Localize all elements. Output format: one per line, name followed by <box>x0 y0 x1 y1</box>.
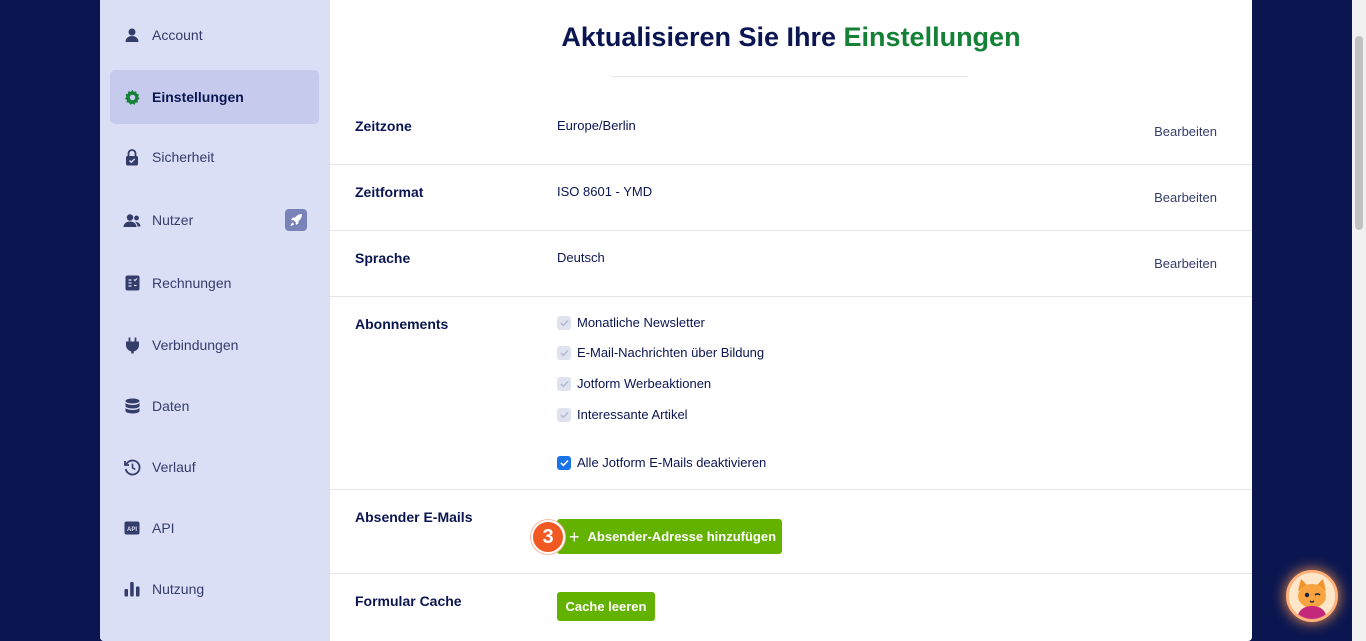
checkbox-box[interactable] <box>557 376 571 391</box>
sidebar-item-account[interactable]: Account <box>110 8 319 62</box>
sidebar-item-daten[interactable]: Daten <box>110 379 319 433</box>
sprache-value: Deutsch <box>557 250 605 265</box>
bar-chart-icon <box>123 580 141 598</box>
scrollbar-thumb[interactable] <box>1355 36 1363 230</box>
sidebar: Account Einstellungen Sicherheit Nutzer <box>100 0 330 641</box>
sidebar-item-label: Daten <box>152 398 190 414</box>
zeitzone-value: Europe/Berlin <box>557 118 636 133</box>
api-icon: API <box>123 519 141 537</box>
sidebar-item-label: Nutzung <box>152 581 205 597</box>
rocket-icon[interactable] <box>285 209 307 231</box>
gear-icon <box>123 88 141 106</box>
disable-all-emails-checkbox[interactable]: Alle Jotform E-Mails deaktivieren <box>557 455 766 470</box>
absender-label: Absender E-Mails <box>355 509 473 525</box>
subscription-newsletter-checkbox[interactable]: Monatliche Newsletter <box>557 315 705 330</box>
database-icon <box>123 397 141 415</box>
settings-card: Account Einstellungen Sicherheit Nutzer <box>100 0 1252 641</box>
sidebar-item-einstellungen[interactable]: Einstellungen <box>110 70 319 124</box>
sidebar-item-verlauf[interactable]: Verlauf <box>110 440 319 494</box>
checkbox-box[interactable] <box>557 315 571 330</box>
cache-label: Formular Cache <box>355 593 462 609</box>
abonnements-label: Abonnements <box>355 316 449 332</box>
clear-cache-button[interactable]: Cache leeren <box>557 592 655 621</box>
title-highlight: Einstellungen <box>843 22 1021 52</box>
sidebar-item-label: Verbindungen <box>152 337 239 353</box>
lock-icon <box>123 148 141 166</box>
title-prefix: Aktualisieren Sie Ihre <box>561 22 837 52</box>
row-zeitformat: Zeitformat ISO 8601 - YMD Bearbeiten <box>330 165 1252 231</box>
history-icon <box>123 458 141 476</box>
sidebar-item-nutzung[interactable]: Nutzung <box>110 562 319 616</box>
sidebar-item-label: API <box>152 520 175 536</box>
clear-cache-label: Cache leeren <box>565 599 647 614</box>
zeitzone-edit-link[interactable]: Bearbeiten <box>1154 124 1217 139</box>
checkbox-box[interactable] <box>557 407 571 422</box>
settings-main: Aktualisieren Sie Ihre Einstellungen Zei… <box>330 0 1252 641</box>
sidebar-item-label: Verlauf <box>152 459 196 475</box>
checkbox-label: Alle Jotform E-Mails deaktivieren <box>577 455 767 470</box>
sprache-label: Sprache <box>355 250 411 266</box>
row-zeitzone: Zeitzone Europe/Berlin Bearbeiten <box>330 99 1252 165</box>
checkbox-box[interactable] <box>557 345 571 360</box>
checkbox-label: Jotform Werbeaktionen <box>577 376 712 391</box>
sprache-edit-link[interactable]: Bearbeiten <box>1154 256 1217 271</box>
checkbox-label: E-Mail-Nachrichten über Bildung <box>577 345 765 360</box>
title-divider <box>612 76 968 77</box>
scrollbar[interactable] <box>1352 0 1366 641</box>
row-absender: Absender E-Mails + Absender-Adresse hinz… <box>330 490 1252 574</box>
sidebar-item-label: Sicherheit <box>152 149 215 165</box>
sidebar-item-rechnungen[interactable]: Rechnungen <box>110 256 319 310</box>
invoice-icon <box>123 274 141 292</box>
zeitformat-label: Zeitformat <box>355 184 424 200</box>
sidebar-item-label: Rechnungen <box>152 275 232 291</box>
zeitformat-edit-link[interactable]: Bearbeiten <box>1154 190 1217 205</box>
sidebar-item-label: Nutzer <box>152 212 194 228</box>
sidebar-item-api[interactable]: API API <box>110 501 319 555</box>
user-icon <box>123 26 141 44</box>
sidebar-item-nutzer[interactable]: Nutzer <box>110 193 319 247</box>
svg-text:API: API <box>127 527 137 533</box>
users-icon <box>123 211 141 229</box>
subscription-education-checkbox[interactable]: E-Mail-Nachrichten über Bildung <box>557 345 764 360</box>
add-sender-address-button[interactable]: + Absender-Adresse hinzufügen <box>557 519 782 554</box>
subscription-articles-checkbox[interactable]: Interessante Artikel <box>557 407 688 422</box>
checkbox-label: Monatliche Newsletter <box>577 315 705 330</box>
subscription-promotions-checkbox[interactable]: Jotform Werbeaktionen <box>557 376 711 391</box>
ai-assistant-avatar-icon[interactable] <box>1286 570 1338 622</box>
sidebar-item-label: Account <box>152 27 203 43</box>
step-badge: 3 <box>531 520 565 554</box>
row-cache: Formular Cache Cache leeren <box>330 574 1252 641</box>
plus-icon: + <box>569 526 580 547</box>
page-title: Aktualisieren Sie Ihre Einstellungen <box>330 22 1252 53</box>
add-sender-address-label: Absender-Adresse hinzufügen <box>587 529 777 544</box>
zeitzone-label: Zeitzone <box>355 118 412 134</box>
zeitformat-value: ISO 8601 - YMD <box>557 184 653 199</box>
sidebar-item-label: Einstellungen <box>152 89 244 105</box>
plug-icon <box>123 336 141 354</box>
row-sprache: Sprache Deutsch Bearbeiten <box>330 231 1252 297</box>
checkbox-label: Interessante Artikel <box>577 407 688 422</box>
sidebar-item-verbindungen[interactable]: Verbindungen <box>110 318 319 372</box>
sidebar-item-sicherheit[interactable]: Sicherheit <box>110 130 319 184</box>
checkbox-box-checked[interactable] <box>557 455 571 470</box>
row-abonnements: Abonnements Monatliche Newsletter E-Mail… <box>330 297 1252 490</box>
